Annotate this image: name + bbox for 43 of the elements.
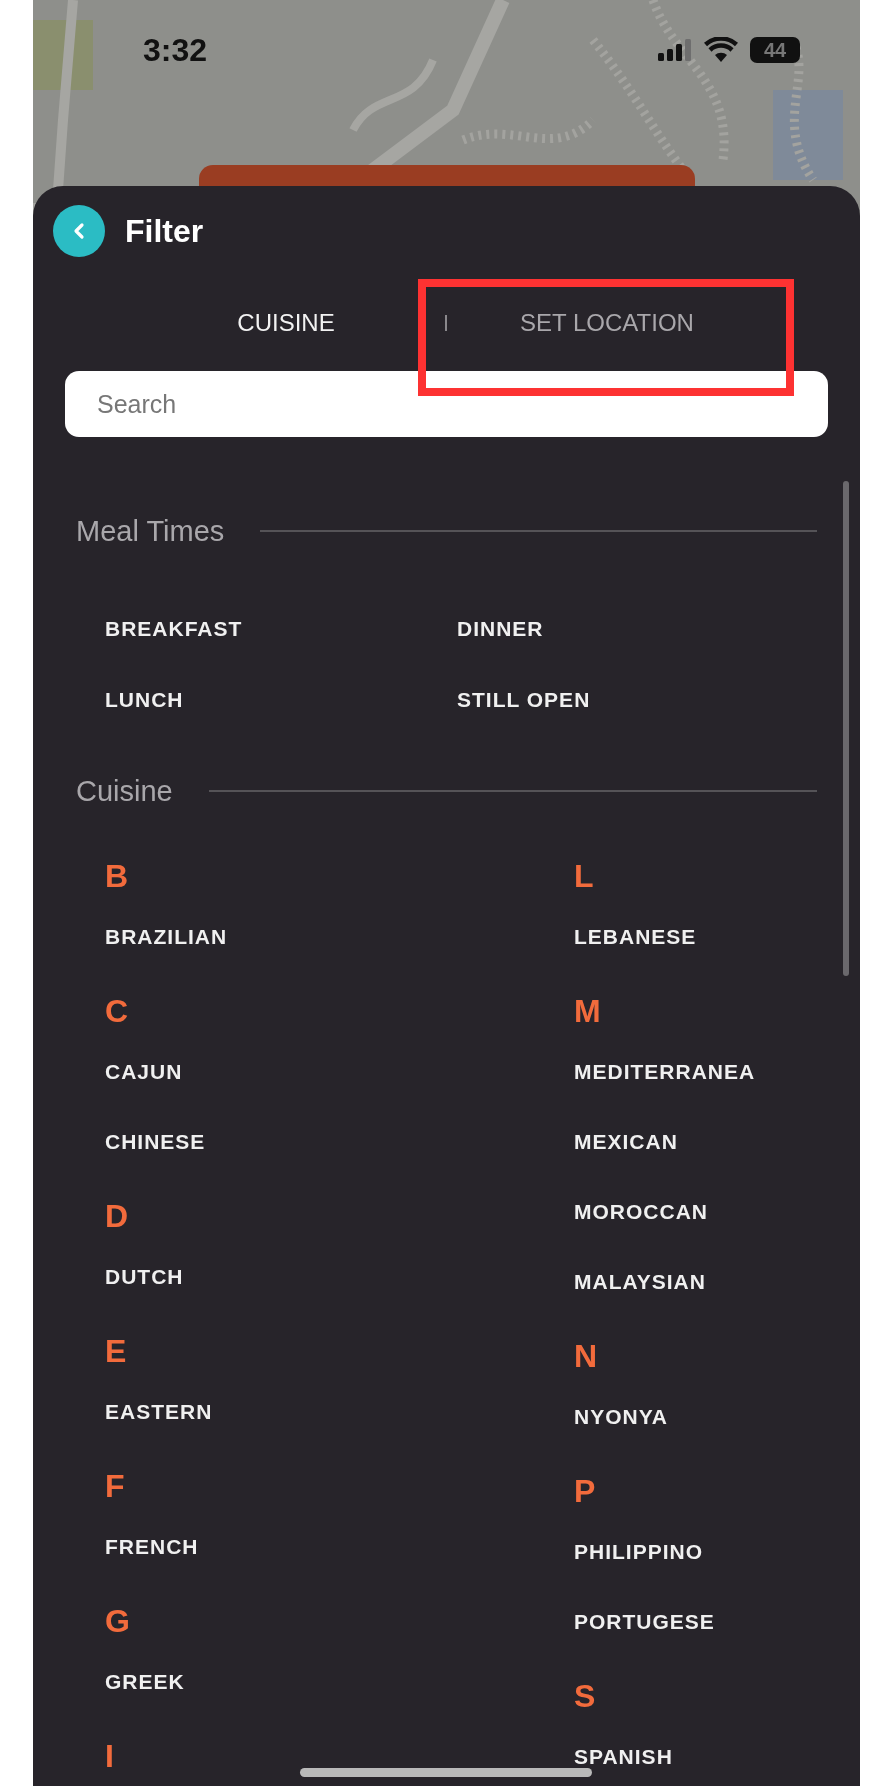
cuisine-option[interactable]: MOROCCAN xyxy=(574,1177,708,1247)
cuisine-option[interactable]: CHINESE xyxy=(105,1107,206,1177)
cuisine-option[interactable]: MEDITERRANEA xyxy=(574,1037,756,1107)
search-field[interactable]: Search xyxy=(65,371,828,437)
cuisine-option[interactable]: SPANISH xyxy=(574,1722,673,1786)
index-letter: N xyxy=(574,1337,598,1376)
index-letter: B xyxy=(105,857,129,896)
index-letter: D xyxy=(105,1197,129,1236)
battery-icon: 44 xyxy=(750,37,800,63)
meal-time-option[interactable]: STILL OPEN xyxy=(457,664,591,735)
cuisine-option[interactable]: BRAZILIAN xyxy=(105,902,228,972)
meal-time-option[interactable]: DINNER xyxy=(457,593,544,664)
back-button[interactable] xyxy=(53,205,105,257)
index-letter: F xyxy=(105,1467,125,1506)
section-heading: Cuisine xyxy=(76,774,173,808)
index-letter: M xyxy=(574,992,601,1031)
status-time: 3:32 xyxy=(143,31,208,69)
panel-title: Filter xyxy=(125,212,204,250)
cuisine-option[interactable]: GREEK xyxy=(105,1647,185,1717)
index-letter: E xyxy=(105,1332,127,1371)
cuisine-option[interactable]: LEBANESE xyxy=(574,902,697,972)
signal-icon xyxy=(658,39,692,61)
cuisine-option[interactable]: PORTUGESE xyxy=(574,1587,715,1657)
tab[interactable]: SET LOCATION xyxy=(484,293,730,353)
meal-time-option[interactable]: LUNCH xyxy=(105,664,184,735)
index-letter: I xyxy=(105,1737,114,1776)
cuisine-option[interactable]: MEXICAN xyxy=(574,1107,678,1177)
tab[interactable]: CUISINE xyxy=(166,293,406,353)
index-letter: L xyxy=(574,857,594,896)
index-letter: S xyxy=(574,1677,596,1716)
index-letter: G xyxy=(105,1602,130,1641)
meal-time-option[interactable]: BREAKFAST xyxy=(105,593,243,664)
section-heading: Meal Times xyxy=(76,514,225,548)
cuisine-option[interactable]: CAJUN xyxy=(105,1037,183,1107)
cuisine-option[interactable]: PHILIPPINO xyxy=(574,1517,704,1587)
index-letter: P xyxy=(574,1472,596,1511)
cuisine-option[interactable]: NYONYA xyxy=(574,1382,668,1452)
wifi-icon xyxy=(704,37,738,63)
cuisine-option[interactable]: EASTERN xyxy=(105,1377,213,1447)
cuisine-option[interactable]: MALAYSIAN xyxy=(574,1247,706,1317)
cuisine-option[interactable]: FRENCH xyxy=(105,1512,199,1582)
index-letter: C xyxy=(105,992,129,1031)
cuisine-option[interactable]: DUTCH xyxy=(105,1242,184,1312)
